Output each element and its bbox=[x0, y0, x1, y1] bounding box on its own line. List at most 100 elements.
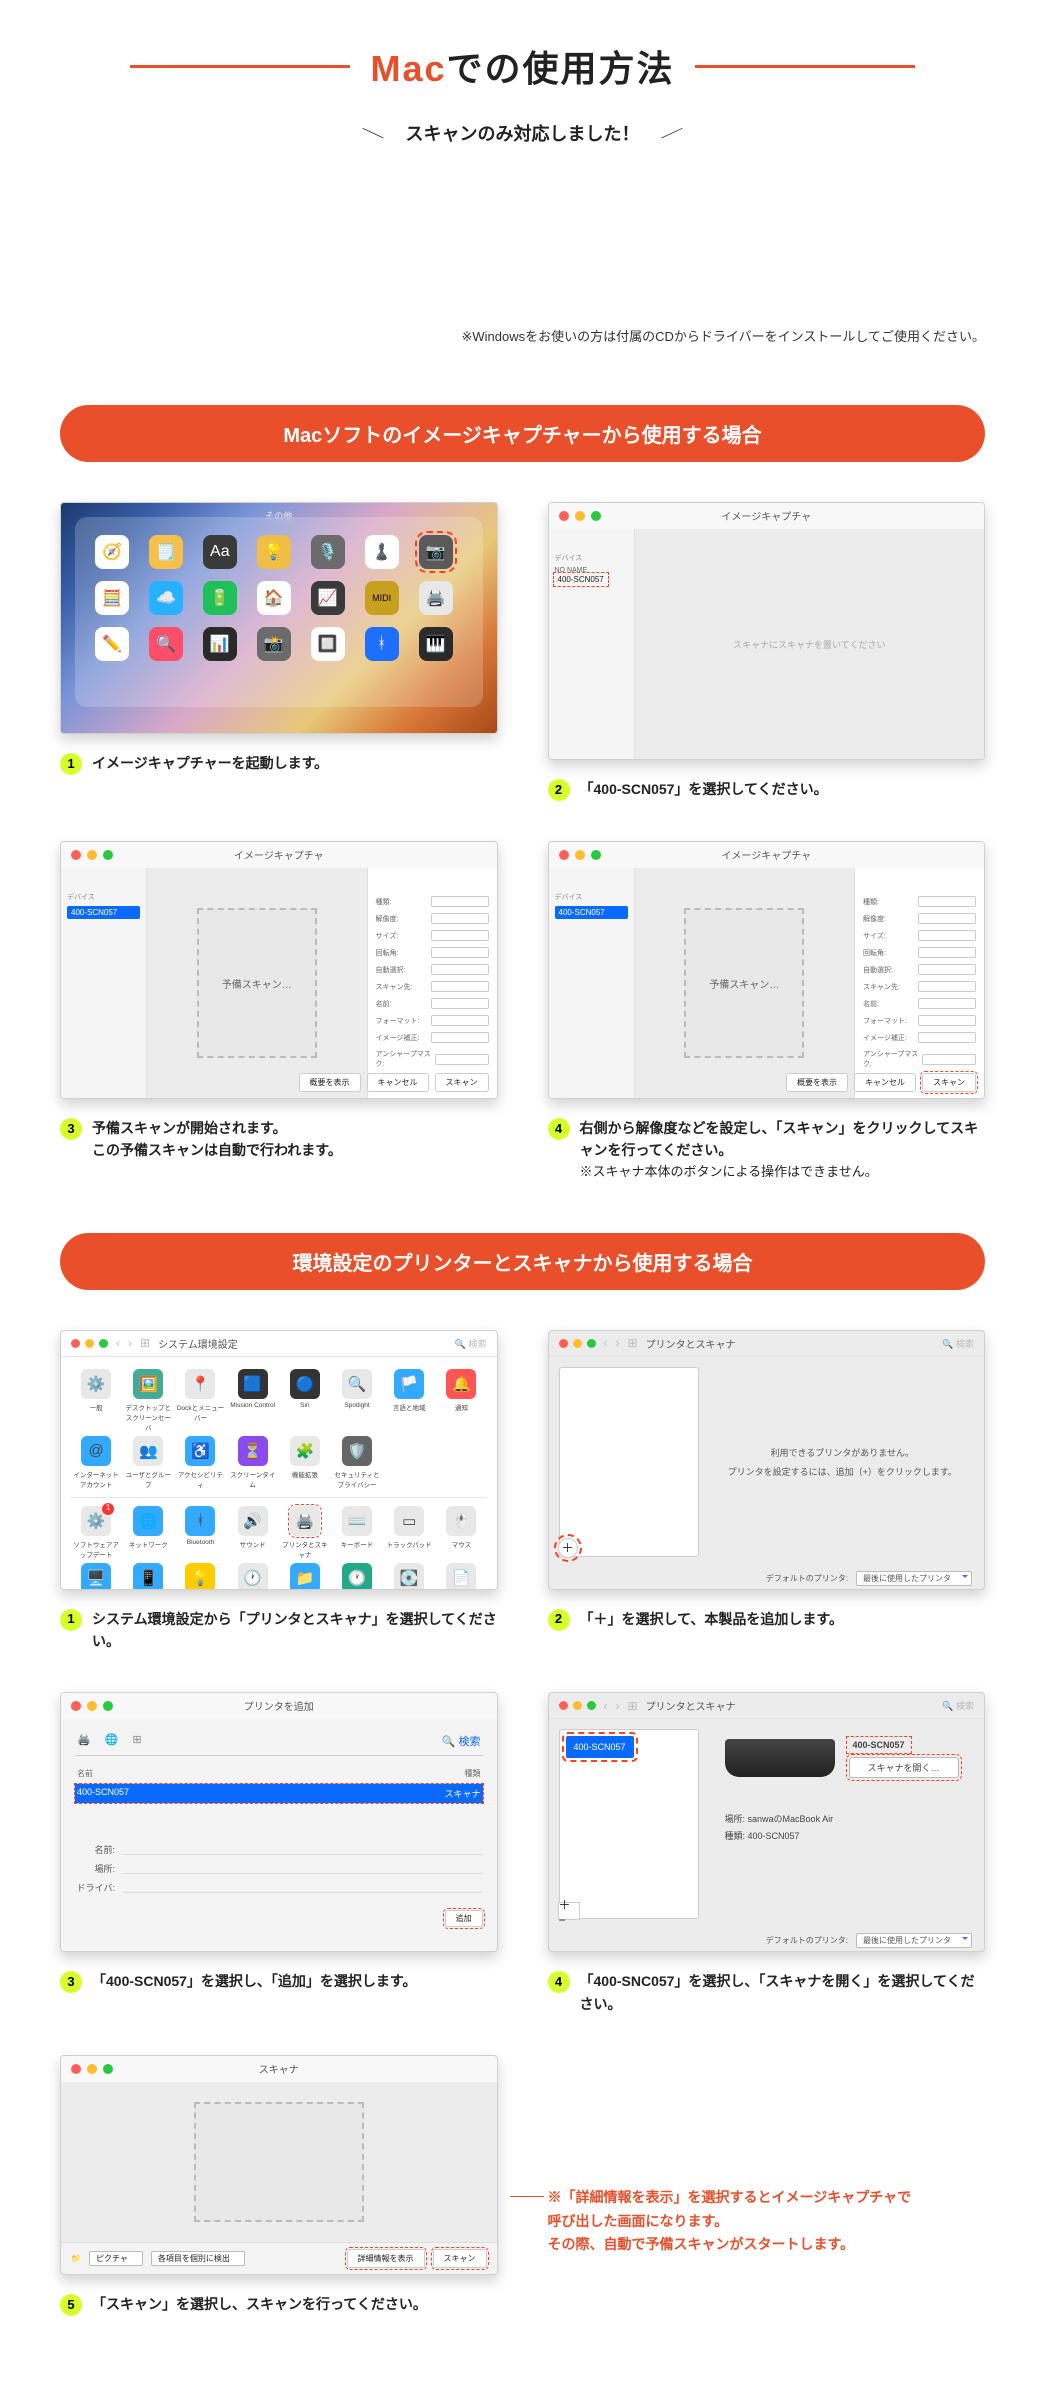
search-field[interactable]: 🔍 検索 bbox=[942, 1337, 974, 1350]
driver-field[interactable] bbox=[123, 1881, 483, 1893]
s2-step5-screenshot: スキャナ 📁 ピクチャ 各項目を個別に検出 詳細情報を表示 スキャン bbox=[60, 2055, 498, 2275]
default-printer-select[interactable]: 最後に使用したプリンタ bbox=[856, 1933, 972, 1948]
sidebar-device-item[interactable]: 400-SCN057 bbox=[67, 906, 140, 919]
pref-item[interactable]: 📍Dockとメニューバー bbox=[175, 1369, 225, 1432]
pref-item[interactable]: ⚙️一般 bbox=[71, 1369, 121, 1432]
nav-back-icon[interactable]: ‹ bbox=[604, 1699, 608, 1713]
app-icon[interactable]: 🔋 bbox=[203, 581, 237, 615]
pref-item[interactable]: @インターネットアカウント bbox=[71, 1436, 121, 1489]
tab-windows-icon[interactable]: ⊞ bbox=[132, 1733, 141, 1749]
app-icon[interactable]: 🔲 bbox=[311, 627, 345, 661]
step-number: 3 bbox=[60, 1118, 82, 1140]
app-icon[interactable]: ᚼ bbox=[365, 627, 399, 661]
grid-icon[interactable]: ⊞ bbox=[628, 1336, 638, 1350]
show-detail-button[interactable]: 詳細情報を表示 bbox=[347, 2249, 425, 2268]
pref-item[interactable]: 💽起動ディスク bbox=[384, 1563, 434, 1590]
search-field[interactable]: 🔍 検索 bbox=[442, 1733, 481, 1749]
default-printer-select[interactable]: 最後に使用したプリンタ bbox=[856, 1571, 972, 1586]
app-icon[interactable]: 🧭 bbox=[95, 535, 129, 569]
nav-back-icon[interactable]: ‹ bbox=[116, 1336, 120, 1350]
pref-item[interactable]: 🖥️ディスプレイ bbox=[71, 1563, 121, 1590]
sidebar-device-item[interactable]: 400-SCN057 bbox=[555, 574, 607, 585]
overview-button[interactable]: 概要を表示 bbox=[299, 1073, 361, 1092]
app-icon[interactable]: ♟️ bbox=[365, 535, 399, 569]
pref-item[interactable]: 🔵Siri bbox=[280, 1369, 330, 1432]
app-icon[interactable]: 🏠 bbox=[257, 581, 291, 615]
add-button[interactable]: 追加 bbox=[445, 1910, 483, 1927]
pref-item[interactable]: ⌨️キーボード bbox=[332, 1506, 382, 1559]
name-field[interactable] bbox=[123, 1843, 483, 1855]
sidebar-devices-label: デバイス bbox=[555, 553, 628, 563]
pref-item[interactable]: 🔍Spotlight bbox=[332, 1369, 382, 1432]
app-icon[interactable]: 🧮 bbox=[95, 581, 129, 615]
step-number: 4 bbox=[548, 1971, 570, 1993]
pref-printers-scanners[interactable]: 🖨️プリンタとスキャナ bbox=[280, 1506, 330, 1559]
grid-icon[interactable]: ⊞ bbox=[628, 1699, 638, 1713]
pref-item[interactable]: 🧩機能拡張 bbox=[280, 1436, 330, 1489]
pref-item[interactable]: 🏳️言語と地域 bbox=[384, 1369, 434, 1432]
destination-select[interactable]: ピクチャ bbox=[89, 2251, 143, 2266]
pref-item[interactable]: 🖱️マウス bbox=[436, 1506, 486, 1559]
nav-fwd-icon[interactable]: › bbox=[128, 1336, 132, 1350]
pref-item[interactable]: 🕐Time Machine bbox=[332, 1563, 382, 1590]
add-printer-button[interactable]: ＋ bbox=[558, 1538, 578, 1558]
printer-row[interactable]: 400-SCN057スキャナ bbox=[75, 1784, 483, 1803]
app-icon[interactable]: MIDI bbox=[365, 581, 399, 615]
cancel-button[interactable]: キャンセル bbox=[854, 1073, 916, 1092]
app-icon[interactable]: ✏️ bbox=[95, 627, 129, 661]
pref-item[interactable]: ᚼBluetooth bbox=[175, 1506, 225, 1559]
pref-item[interactable]: 🔔通知 bbox=[436, 1369, 486, 1432]
app-icon[interactable]: ☁️ bbox=[149, 581, 183, 615]
app-icon[interactable]: 💡 bbox=[257, 535, 291, 569]
step-number: 2 bbox=[548, 1609, 570, 1631]
pref-item[interactable]: 🖼️デスクトップとスクリーンセーバ bbox=[123, 1369, 173, 1432]
pref-item[interactable]: ⚙️1ソフトウェアアップデート bbox=[71, 1506, 121, 1559]
printer-list-item[interactable]: 400-SCN057 bbox=[566, 1736, 634, 1758]
search-field[interactable]: 🔍 検索 bbox=[455, 1337, 487, 1350]
pref-item[interactable]: 🕐日付と時刻 bbox=[228, 1563, 278, 1590]
pref-item[interactable]: 🟦Mission Control bbox=[228, 1369, 278, 1432]
scan-button[interactable]: スキャン bbox=[433, 2249, 487, 2268]
pref-item[interactable]: 🔊サウンド bbox=[228, 1506, 278, 1559]
app-icon[interactable]: 📊 bbox=[203, 627, 237, 661]
s2-step1-screenshot: ‹ › ⊞ システム環境設定 🔍 検索 ⚙️一般 🖼️デスクトップとスクリーンセ… bbox=[60, 1330, 498, 1590]
scan-button[interactable]: スキャン bbox=[922, 1073, 976, 1092]
pref-item[interactable]: 📱Sidecar bbox=[123, 1563, 173, 1590]
pref-item[interactable]: 📁共有 bbox=[280, 1563, 330, 1590]
tab-default-icon[interactable]: 🖨️ bbox=[77, 1733, 91, 1749]
pref-item[interactable]: ♿アクセシビリティ bbox=[175, 1436, 225, 1489]
nav-fwd-icon[interactable]: › bbox=[616, 1699, 620, 1713]
printer-list: ＋ bbox=[559, 1367, 699, 1557]
app-icon[interactable]: 🎙️ bbox=[311, 535, 345, 569]
scan-button[interactable]: スキャン bbox=[435, 1073, 489, 1092]
pref-item[interactable]: 💡省エネルギー bbox=[175, 1563, 225, 1590]
search-field[interactable]: 🔍 検索 bbox=[942, 1699, 974, 1712]
image-capture-icon[interactable]: 📷 bbox=[419, 535, 453, 569]
app-icon[interactable]: 🖨️ bbox=[419, 581, 453, 615]
pref-item[interactable]: 🛡️セキュリティとプライバシー bbox=[332, 1436, 382, 1489]
pref-item[interactable]: ⏳スクリーンタイム bbox=[228, 1436, 278, 1489]
device-title: 400-SCN057 bbox=[849, 1739, 909, 1751]
app-icon[interactable]: 🔍 bbox=[149, 627, 183, 661]
app-icon[interactable]: 📸 bbox=[257, 627, 291, 661]
s2-step1: ‹ › ⊞ システム環境設定 🔍 検索 ⚙️一般 🖼️デスクトップとスクリーンセ… bbox=[60, 1330, 498, 1653]
sidebar-device-item[interactable]: 400-SCN057 bbox=[555, 906, 628, 919]
app-icon[interactable]: 🗒️ bbox=[149, 535, 183, 569]
nav-fwd-icon[interactable]: › bbox=[616, 1336, 620, 1350]
app-icon[interactable]: 📈 bbox=[311, 581, 345, 615]
open-scanner-button[interactable]: スキャナを開く… bbox=[849, 1757, 959, 1778]
cancel-button[interactable]: キャンセル bbox=[367, 1073, 429, 1092]
add-printer-button[interactable]: ＋ − bbox=[558, 1902, 580, 1920]
pref-item[interactable]: 🌐ネットワーク bbox=[123, 1506, 173, 1559]
pref-item[interactable]: ▭トラックパッド bbox=[384, 1506, 434, 1559]
pref-item[interactable]: 📄プロファイル bbox=[436, 1563, 486, 1590]
overview-button[interactable]: 概要を表示 bbox=[786, 1073, 848, 1092]
app-icon[interactable]: Aa bbox=[203, 535, 237, 569]
app-icon[interactable]: 🎹 bbox=[419, 627, 453, 661]
tab-ip-icon[interactable]: 🌐 bbox=[105, 1733, 119, 1749]
grid-icon[interactable]: ⊞ bbox=[140, 1336, 150, 1350]
location-field[interactable] bbox=[123, 1862, 483, 1874]
pref-item[interactable]: 👥ユーザとグループ bbox=[123, 1436, 173, 1489]
size-select[interactable]: 各項目を個別に検出 bbox=[151, 2251, 245, 2266]
nav-back-icon[interactable]: ‹ bbox=[604, 1336, 608, 1350]
